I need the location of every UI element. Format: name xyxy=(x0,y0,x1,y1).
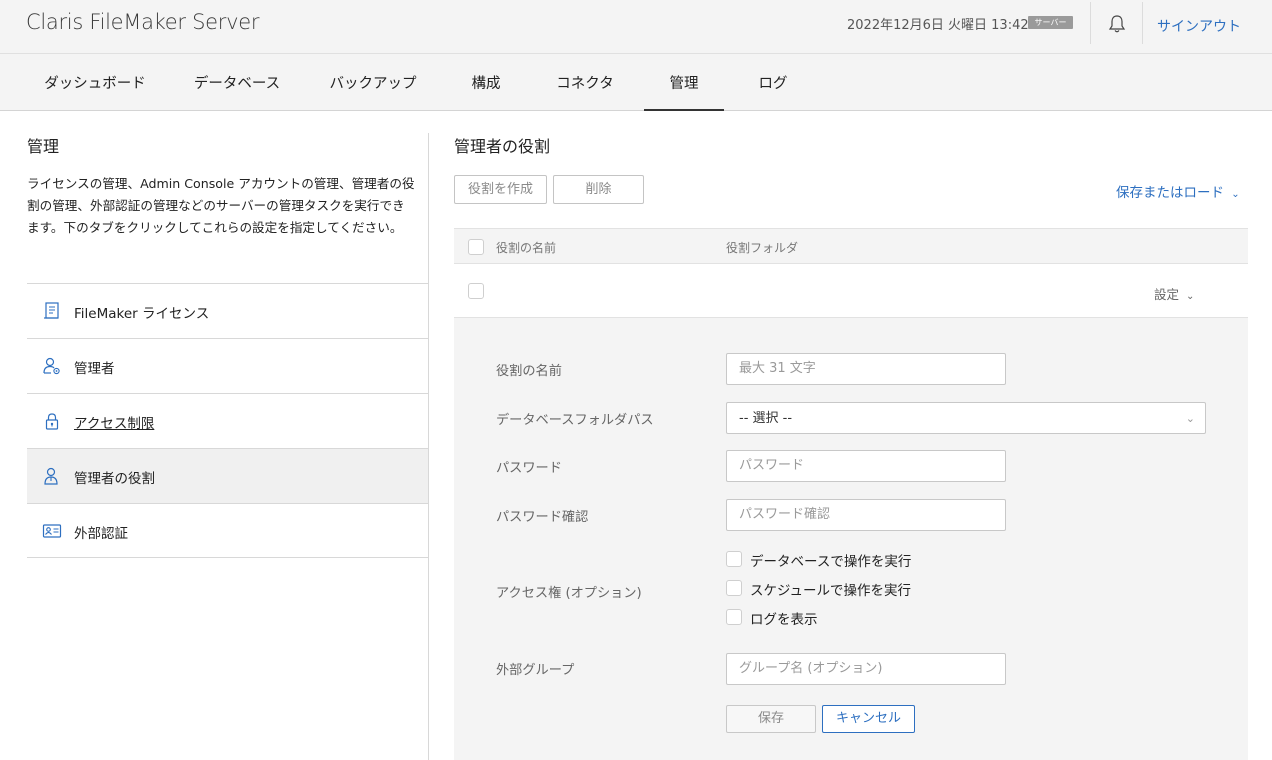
external-group-input[interactable] xyxy=(726,653,1006,685)
brand-logo: Claris FileMaker Server xyxy=(26,10,260,34)
license-icon xyxy=(42,301,62,321)
chevron-down-icon: ⌄ xyxy=(1186,291,1195,302)
save-or-load-label: 保存またはロード xyxy=(1116,185,1224,201)
access-checkbox[interactable] xyxy=(726,551,742,567)
select-all-checkbox[interactable] xyxy=(468,239,484,255)
id-card-icon xyxy=(42,521,62,541)
role-name-label: 役割の名前 xyxy=(496,364,562,379)
top-header: Claris FileMaker Server 2022年12月6日 火曜日 1… xyxy=(0,0,1272,54)
row-settings-menu[interactable]: 設定 ⌄ xyxy=(1154,284,1194,303)
password-input[interactable] xyxy=(726,450,1006,482)
bell-icon[interactable] xyxy=(1108,14,1126,34)
column-role-name: 役割の名前 xyxy=(496,241,557,255)
sidebar-item-label: 外部認証 xyxy=(74,526,128,542)
tab-databases[interactable]: データベース xyxy=(180,54,294,111)
access-checkbox[interactable] xyxy=(726,580,742,596)
header-divider xyxy=(1090,2,1091,44)
chevron-down-icon: ⌄ xyxy=(1185,412,1195,425)
create-role-button[interactable]: 役割を作成 xyxy=(454,175,547,204)
page-title: 管理者の役割 xyxy=(454,137,551,156)
tab-dashboard[interactable]: ダッシュボード xyxy=(28,54,162,111)
sidebar-item-label: 管理者の役割 xyxy=(74,471,155,487)
cancel-button[interactable]: キャンセル xyxy=(822,705,915,733)
admin-user-icon xyxy=(42,356,62,376)
sidebar-title: 管理 xyxy=(27,137,60,156)
sidebar-description: ライセンスの管理、Admin Console アカウントの管理、管理者の役割の管… xyxy=(27,176,415,235)
access-option-label: スケジュールで操作を実行 xyxy=(750,583,912,599)
server-datetime: 2022年12月6日 火曜日 13:42 xyxy=(847,18,1029,33)
password-confirm-label: パスワード確認 xyxy=(496,510,589,525)
sidebar-item-admins[interactable]: 管理者 xyxy=(27,338,428,393)
admin-role-icon xyxy=(42,466,62,486)
roles-table-header: 役割の名前 役割フォルダ xyxy=(454,228,1248,264)
save-button[interactable]: 保存 xyxy=(726,705,816,733)
db-folder-label: データベースフォルダパス xyxy=(496,413,654,428)
row-checkbox[interactable] xyxy=(468,283,484,299)
panel-divider xyxy=(428,133,429,760)
tab-logs[interactable]: ログ xyxy=(744,54,802,111)
tab-administration[interactable]: 管理 xyxy=(644,54,724,111)
save-or-load-menu[interactable]: 保存またはロード ⌄ xyxy=(1116,181,1240,201)
role-name-input[interactable] xyxy=(726,353,1006,385)
access-option-label: ログを表示 xyxy=(750,612,818,628)
role-edit-form: 役割の名前 データベースフォルダパス -- 選択 -- ⌄ パスワード パスワー… xyxy=(454,318,1248,760)
access-rights-label: アクセス権 (オプション) xyxy=(496,586,642,601)
tab-configuration[interactable]: 構成 xyxy=(456,54,516,111)
delete-role-button[interactable]: 削除 xyxy=(553,175,644,204)
settings-label: 設定 xyxy=(1154,287,1180,302)
server-badge: サーバー xyxy=(1028,16,1073,29)
access-option-label: データベースで操作を実行 xyxy=(750,554,912,570)
password-label: パスワード xyxy=(496,461,562,476)
access-checkbox[interactable] xyxy=(726,609,742,625)
sidebar-item-external-auth[interactable]: 外部認証 xyxy=(27,503,428,558)
chevron-down-icon: ⌄ xyxy=(1231,189,1240,200)
sidebar-item-admin-roles[interactable]: 管理者の役割 xyxy=(27,448,428,503)
tab-backups[interactable]: バックアップ xyxy=(316,54,430,111)
password-confirm-input[interactable] xyxy=(726,499,1006,531)
sidebar-item-label: FileMaker ライセンス xyxy=(74,306,210,322)
external-group-label: 外部グループ xyxy=(496,663,575,678)
sidebar-item-license[interactable]: FileMaker ライセンス xyxy=(27,283,428,338)
table-row[interactable]: 設定 ⌄ xyxy=(454,264,1248,318)
column-role-folder: 役割フォルダ xyxy=(726,241,799,255)
sidebar-item-label: 管理者 xyxy=(74,361,115,377)
tab-connectors[interactable]: コネクタ xyxy=(540,54,630,111)
sidebar-item-access-restriction[interactable]: アクセス制限 xyxy=(27,393,428,448)
signout-link[interactable]: サインアウト xyxy=(1157,16,1241,36)
db-folder-value: -- 選択 -- xyxy=(739,411,793,426)
lock-icon xyxy=(42,411,62,431)
sidebar-item-label: アクセス制限 xyxy=(74,416,155,432)
main-nav: ダッシュボード データベース バックアップ 構成 コネクタ 管理 ログ xyxy=(0,54,1272,111)
header-divider xyxy=(1142,2,1143,44)
db-folder-select[interactable]: -- 選択 -- ⌄ xyxy=(726,402,1206,434)
